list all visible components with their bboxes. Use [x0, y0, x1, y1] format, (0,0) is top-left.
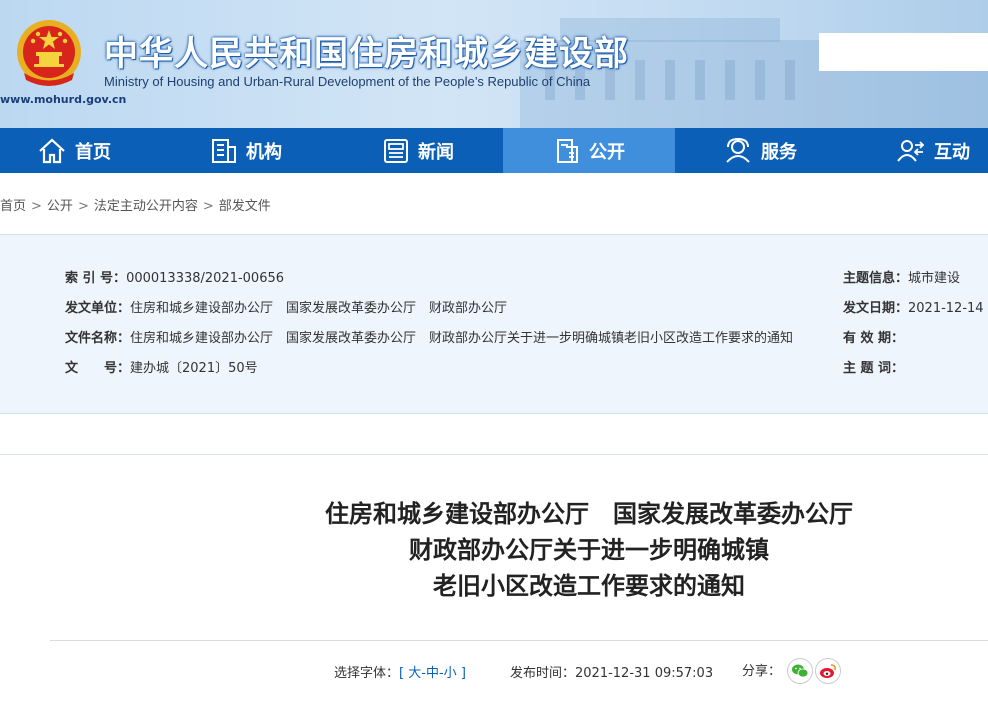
nav-item-service[interactable]: 服务	[723, 128, 797, 173]
publish-time: 发布时间：2021-12-31 09:57:03	[510, 662, 713, 681]
info-docno-row: 文 号：建办城〔2021〕50号	[65, 357, 258, 376]
weibo-icon	[820, 664, 836, 678]
weibo-share-button[interactable]	[815, 658, 841, 684]
site-url: www.mohurd.gov.cn	[0, 93, 127, 106]
document-icon	[557, 138, 578, 163]
service-icon	[726, 137, 750, 163]
info-docno-value: 建办城〔2021〕50号	[130, 361, 258, 376]
breadcrumb-public[interactable]: 公开	[47, 199, 73, 214]
news-icon	[384, 138, 408, 163]
info-issuer-row: 发文单位：住房和城乡建设部办公厅 国家发展改革委办公厅 财政部办公厅	[65, 297, 520, 316]
info-index-row: 索 引 号：000013338/2021-00656	[65, 267, 284, 286]
info-date-label: 发文日期：	[843, 301, 909, 316]
interaction-icon	[897, 139, 925, 162]
info-topic-row: 主题信息：城市建设	[843, 267, 960, 286]
nav-label-interaction: 互动	[934, 141, 970, 163]
info-validity-row: 有 效 期：	[843, 327, 904, 346]
nav-item-organization[interactable]: 机构	[210, 128, 282, 173]
article-title-line-2: 财政部办公厅关于进一步明确城镇	[409, 536, 769, 564]
info-index-label: 索 引 号：	[65, 271, 127, 286]
nav-item-home[interactable]: 首页	[37, 128, 111, 173]
article-title-line-3: 老旧小区改造工作要求的通知	[433, 572, 745, 600]
info-topic-label: 主题信息：	[843, 271, 909, 286]
nav-item-public[interactable]: 公开	[503, 128, 675, 173]
publish-time-value: 2021-12-31 09:57:03	[575, 666, 714, 681]
font-size-small-button[interactable]: 小	[444, 666, 457, 681]
font-size-selector: 选择字体：[ 大-中-小 ]	[334, 666, 466, 681]
info-index-value: 000013338/2021-00656	[126, 271, 285, 286]
nav-label-news: 新闻	[418, 141, 454, 163]
breadcrumb: 首页 > 公开 > 法定主动公开内容 > 部发文件	[0, 199, 271, 214]
info-issuer-label: 发文单位：	[65, 301, 131, 316]
font-size-large-button[interactable]: 大	[408, 666, 421, 681]
info-keyword-label: 主 题 词：	[843, 361, 905, 376]
info-docname-part-2: 国家发展改革委办公厅	[286, 331, 417, 346]
wechat-icon	[792, 664, 809, 678]
info-issuer-3: 财政部办公厅	[429, 301, 508, 316]
nav-label-service: 服务	[761, 141, 797, 163]
article-title: 住房和城乡建设部办公厅 国家发展改革委办公厅 财政部办公厅关于进一步明确城镇 老…	[0, 496, 988, 604]
info-topic-value: 城市建设	[908, 271, 961, 286]
national-emblem-icon[interactable]	[14, 18, 84, 90]
building-icon	[212, 138, 236, 163]
info-date-row: 发文日期：2021-12-14	[843, 297, 984, 316]
info-docname-label: 文件名称：	[65, 331, 131, 346]
info-docname-row: 文件名称：住房和城乡建设部办公厅 国家发展改革委办公厅 财政部办公厅关于进一步明确城…	[65, 327, 806, 346]
info-keyword-row: 主 题 词：	[843, 357, 904, 376]
article-title-line-1: 住房和城乡建设部办公厅 国家发展改革委办公厅	[325, 500, 853, 528]
search-input[interactable]	[819, 33, 988, 71]
nav-label-organization: 机构	[246, 141, 282, 163]
wechat-share-button[interactable]	[787, 658, 813, 684]
site-title-en: Ministry of Housing and Urban-Rural Deve…	[104, 74, 591, 89]
info-validity-label: 有 效 期：	[843, 331, 905, 346]
font-size-medium-button[interactable]: 中	[426, 666, 439, 681]
breadcrumb-home[interactable]: 首页	[0, 199, 26, 214]
info-docname-part-3: 财政部办公厅关于进一步明确城镇老旧小区改造工作要求的通知	[429, 331, 794, 346]
site-title-cn: 中华人民共和国住房和城乡建设部	[104, 34, 629, 74]
info-date-value: 2021-12-14	[908, 301, 984, 316]
article-top-divider	[0, 454, 988, 455]
nav-item-interaction[interactable]: 互动	[896, 128, 970, 173]
site-header: www.mohurd.gov.cn 中华人民共和国住房和城乡建设部 Minist…	[0, 0, 988, 128]
info-docno-label: 文 号：	[65, 361, 131, 376]
breadcrumb-statutory-content[interactable]: 法定主动公开内容	[94, 199, 198, 214]
font-size-label: 选择字体：	[334, 666, 400, 681]
info-issuer-2: 国家发展改革委办公厅	[286, 301, 417, 316]
info-issuer-1: 住房和城乡建设部办公厅	[130, 301, 274, 316]
nav-label-home: 首页	[75, 141, 111, 163]
info-docname-part-1: 住房和城乡建设部办公厅	[130, 331, 274, 346]
share-label: 分享：	[742, 664, 782, 679]
publish-time-label: 发布时间：	[510, 666, 576, 681]
document-info-panel: 索 引 号：000013338/2021-00656 发文单位：住房和城乡建设部…	[0, 234, 988, 414]
main-nav: 首页 机构 新闻 公开 服务 互动	[0, 128, 988, 173]
home-icon	[39, 138, 65, 163]
breadcrumb-ministry-documents[interactable]: 部发文件	[219, 199, 271, 214]
nav-label-public: 公开	[589, 141, 625, 163]
header-building-side	[820, 70, 988, 128]
nav-item-news[interactable]: 新闻	[382, 128, 454, 173]
article-meta-divider	[50, 640, 988, 641]
